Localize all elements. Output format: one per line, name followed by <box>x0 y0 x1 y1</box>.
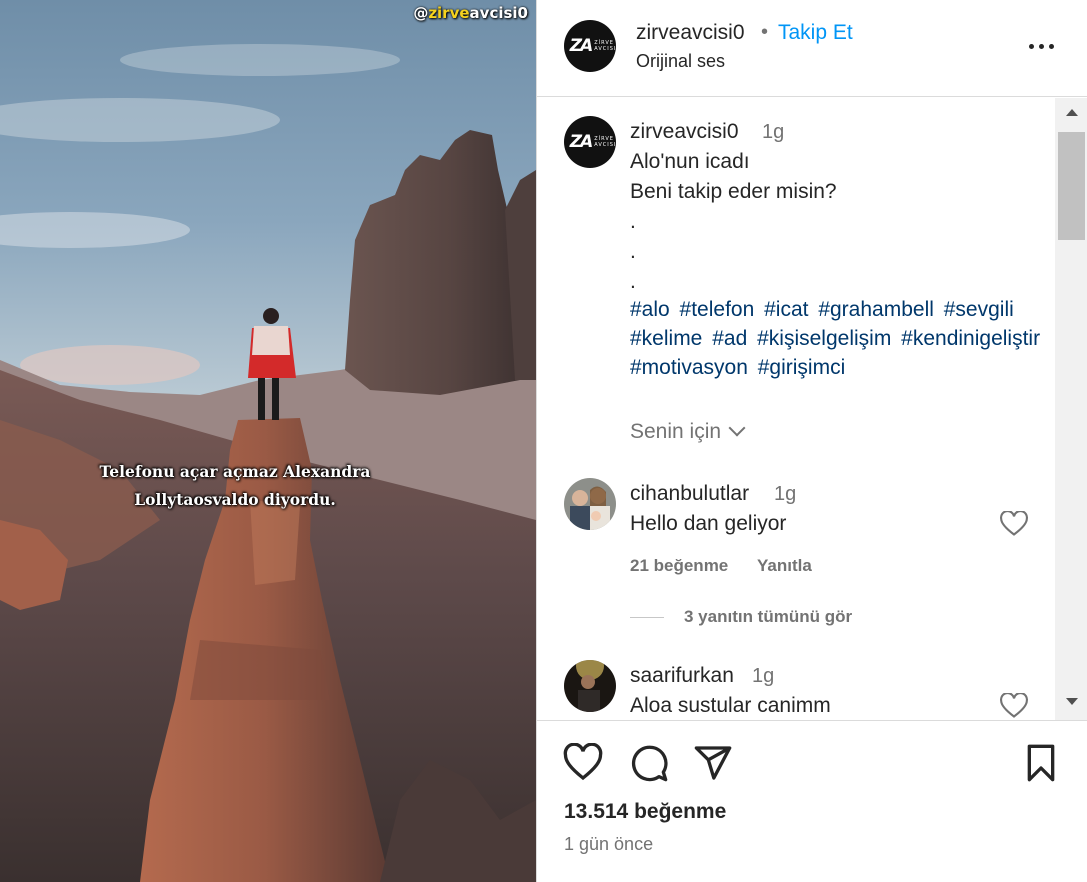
caption-text: Alo'nun icadı Beni takip eder misin? . .… <box>630 150 837 293</box>
for-you-toggle[interactable]: Senin için <box>630 419 746 444</box>
replies-divider <box>630 617 664 619</box>
comment-username[interactable]: cihanbulutlar <box>630 482 749 506</box>
scrollbar-thumb[interactable] <box>1058 132 1085 240</box>
likes-count[interactable]: 13.514 beğenme <box>564 800 726 824</box>
comment-text: Aloa sustular canimm <box>630 694 831 717</box>
reply-button[interactable]: Yanıtla <box>757 556 812 576</box>
video-subtitle: Telefonu açar açmaz Alexandra Lollytaosv… <box>99 462 371 509</box>
comment-like-heart-icon[interactable] <box>1000 693 1028 719</box>
hashtag-link[interactable]: #ad <box>712 327 747 350</box>
post-panel: ZA ZİRVE AVCISI zirveavcisi0 • Takip Et … <box>536 0 1087 882</box>
comments-list: ZA ZİRVE AVCISI zirveavcisi0 1g Alo'nun … <box>537 98 1087 720</box>
comments-scrollbar[interactable] <box>1055 98 1087 720</box>
comment-avatar[interactable] <box>564 478 616 530</box>
comment-likes-count[interactable]: 21 beğenme <box>630 556 728 576</box>
comment-time: 1g <box>774 483 797 505</box>
post-date: 1 gün önce <box>564 834 654 854</box>
post-header: ZA ZİRVE AVCISI zirveavcisi0 • Takip Et … <box>537 0 1087 97</box>
comment-time: 1g <box>752 665 775 687</box>
hashtag-link[interactable]: #alo <box>630 298 670 321</box>
comment-like-heart-icon[interactable] <box>1000 511 1028 537</box>
view-replies-label: 3 yanıtın tümünü gör <box>684 607 853 626</box>
scroll-up-arrow-icon[interactable] <box>1066 109 1078 116</box>
more-icon[interactable] <box>1029 42 1057 52</box>
hashtag-link[interactable]: #kişiselgelişim <box>757 327 891 350</box>
for-you-label: Senin için <box>630 420 722 443</box>
hashtag-link[interactable]: #kendinigeliştir <box>901 327 1040 350</box>
hashtag-link[interactable]: #grahambell <box>818 298 934 321</box>
video-watermark: @zirveavcisi0 <box>413 4 528 22</box>
caption-hashtags: #alo #telefon #icat #grahambell #sevgili… <box>630 295 1050 382</box>
hashtag-link[interactable]: #sevgili <box>944 298 1014 321</box>
hashtag-link[interactable]: #motivasyon <box>630 356 748 379</box>
comment-text: Hello dan geliyor <box>630 512 787 535</box>
view-replies-button[interactable]: 3 yanıtın tümünü gör <box>630 607 852 627</box>
video-player[interactable]: @zirveavcisi0 Telefonu açar açmaz Alexan… <box>0 0 536 882</box>
author-username[interactable]: zirveavcisi0 <box>636 21 745 45</box>
comment-avatar[interactable] <box>564 660 616 712</box>
separator-dot: • <box>761 21 769 43</box>
comment-username[interactable]: saarifurkan <box>630 664 734 688</box>
caption-avatar[interactable]: ZA ZİRVE AVCISI <box>564 116 616 168</box>
hashtag-link[interactable]: #kelime <box>630 327 702 350</box>
hashtag-link[interactable]: #girişimci <box>758 356 846 379</box>
comment-icon[interactable] <box>629 743 669 783</box>
hashtag-link[interactable]: #telefon <box>680 298 755 321</box>
chevron-down-icon <box>728 419 746 437</box>
share-icon[interactable] <box>693 743 733 783</box>
audio-label[interactable]: Orijinal ses <box>636 51 725 72</box>
caption-username[interactable]: zirveavcisi0 <box>630 120 739 144</box>
bookmark-icon[interactable] <box>1021 743 1061 783</box>
video-frame <box>0 0 536 882</box>
post-actions: 13.514 beğenme 1 gün önce <box>537 720 1087 882</box>
follow-button[interactable]: Takip Et <box>778 21 853 45</box>
scroll-down-arrow-icon[interactable] <box>1066 698 1078 705</box>
heart-icon[interactable] <box>563 743 603 783</box>
caption-time: 1g <box>762 121 785 143</box>
author-avatar[interactable]: ZA ZİRVE AVCISI <box>564 20 616 72</box>
hashtag-link[interactable]: #icat <box>764 298 808 321</box>
